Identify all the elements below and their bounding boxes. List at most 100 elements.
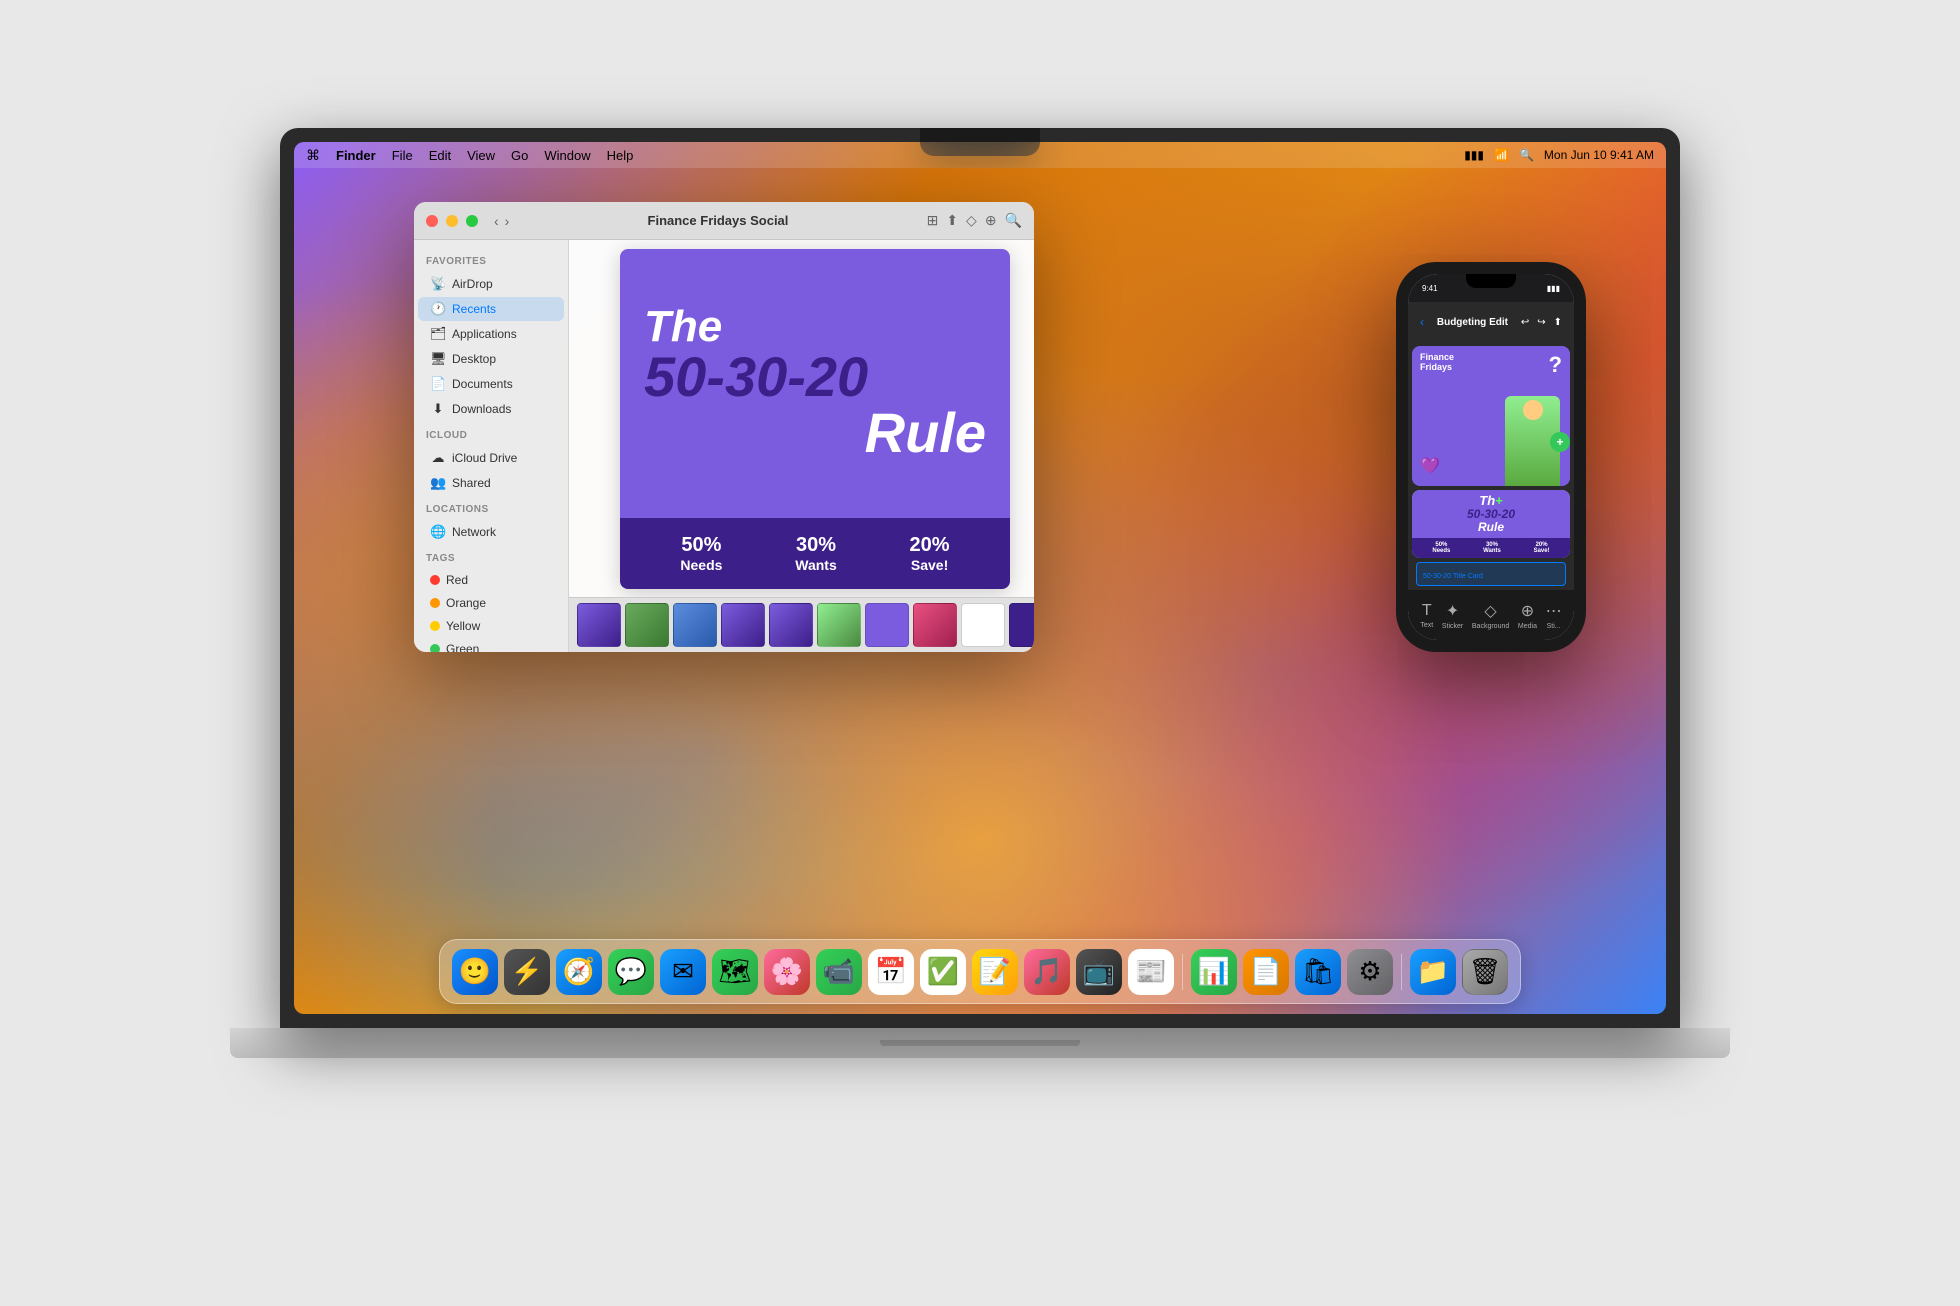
forward-arrow[interactable]: › (505, 213, 510, 229)
dock-safari[interactable]: 🧭 (556, 949, 602, 995)
dock-news[interactable]: 📰 (1128, 949, 1174, 995)
sidebar-item-airdrop[interactable]: 📡 AirDrop (418, 272, 564, 296)
tag-icon[interactable]: ◇ (966, 212, 977, 229)
sidebar-section-locations: Locations (414, 496, 568, 519)
thumb-6[interactable] (817, 603, 861, 647)
dock: 🙂 ⚡ 🧭 💬 ✉ 🗺 🌸 📹 📅 ✅ 📝 🎵 📺 📰 📊 (439, 939, 1521, 1004)
dock-files[interactable]: 📁 (1410, 949, 1456, 995)
sidebar-item-network[interactable]: 🌐 Network (418, 520, 564, 544)
dock-calendar[interactable]: 📅 (868, 949, 914, 995)
iphone-stat-wants: 30%Wants (1483, 542, 1501, 554)
iphone-5030-card[interactable]: Th+ 50-30-20 Rule 50%Needs 30%Wants 20%S… (1412, 490, 1570, 558)
sidebar-tag-yellow[interactable]: Yellow (418, 615, 564, 637)
iphone-tool-sti[interactable]: ⋯ Sti... (1546, 601, 1562, 630)
dock-settings[interactable]: ⚙ (1347, 949, 1393, 995)
iphone-tool-text[interactable]: T Text (1420, 602, 1433, 629)
finder-search-icon[interactable]: 🔍 (1005, 212, 1022, 229)
iphone-undo-icon[interactable]: ↩ (1521, 317, 1529, 328)
menu-file[interactable]: File (392, 148, 413, 163)
design-text-rule: Rule (865, 405, 986, 461)
dock-music[interactable]: 🎵 (1024, 949, 1070, 995)
thumb-1[interactable] (577, 603, 621, 647)
menu-view[interactable]: View (467, 148, 495, 163)
dock-launchpad[interactable]: ⚡ (504, 949, 550, 995)
icloud-icon: ☁ (430, 450, 446, 466)
iphone-finance-header: Finance Fridays ? (1412, 346, 1570, 384)
iphone-tool-sticker[interactable]: ✦ Sticker (1442, 601, 1463, 630)
dock-divider-2 (1401, 954, 1402, 990)
dock-messages[interactable]: 💬 (608, 949, 654, 995)
thumb-10[interactable] (1009, 603, 1034, 647)
dock-appstore[interactable]: 🛍 (1295, 949, 1341, 995)
iphone-tool-media[interactable]: ⊕ Media (1518, 601, 1537, 630)
sidebar-item-recents[interactable]: 🕐 Recents (418, 297, 564, 321)
iphone-time: 9:41 (1422, 284, 1438, 293)
search-menubar-icon[interactable]: 🔍 (1519, 148, 1534, 162)
documents-icon: 📄 (430, 376, 446, 392)
dock-finder[interactable]: 🙂 (452, 949, 498, 995)
dock-facetime[interactable]: 📹 (816, 949, 862, 995)
menu-window[interactable]: Window (544, 148, 590, 163)
dock-notes[interactable]: 📝 (972, 949, 1018, 995)
dock-maps[interactable]: 🗺 (712, 949, 758, 995)
thumb-3[interactable] (673, 603, 717, 647)
dock-pages[interactable]: 📄 (1243, 949, 1289, 995)
thumb-4[interactable] (721, 603, 765, 647)
back-arrow[interactable]: ‹ (494, 213, 499, 229)
sidebar-label-applications: Applications (452, 327, 517, 341)
minimize-button[interactable] (446, 215, 458, 227)
sidebar-tag-green[interactable]: Green (418, 638, 564, 652)
iphone-add-button[interactable]: + (1550, 432, 1570, 452)
dock-tv[interactable]: 📺 (1076, 949, 1122, 995)
apple-menu[interactable]: ⌘ (306, 147, 320, 164)
sidebar-item-downloads[interactable]: ⬇ Downloads (418, 397, 564, 421)
maximize-button[interactable] (466, 215, 478, 227)
thumb-8[interactable] (913, 603, 957, 647)
sidebar-tag-red[interactable]: Red (418, 569, 564, 591)
design-card[interactable]: The 50-30-20 Rule 50% Needs (620, 249, 1010, 589)
tag-yellow-label: Yellow (446, 619, 480, 633)
dock-mail[interactable]: ✉ (660, 949, 706, 995)
sidebar-item-documents[interactable]: 📄 Documents (418, 372, 564, 396)
iphone-app-content: Finance Fridays ? 💜 (1408, 342, 1574, 590)
sticker-tool-icon: ✦ (1446, 601, 1459, 621)
iphone-status-icons: ▮▮▮ (1547, 284, 1560, 293)
iphone-question-mark: ? (1549, 352, 1562, 378)
iphone-tool-background[interactable]: ◇ Background (1472, 601, 1509, 630)
sidebar-item-icloud-drive[interactable]: ☁ iCloud Drive (418, 446, 564, 470)
tag-orange-label: Orange (446, 596, 486, 610)
close-button[interactable] (426, 215, 438, 227)
thumb-5[interactable] (769, 603, 813, 647)
background-tool-label: Background (1472, 623, 1509, 630)
sidebar-label-downloads: Downloads (452, 402, 511, 416)
share-icon[interactable]: ⬆ (946, 212, 958, 229)
thumb-7[interactable] (865, 603, 909, 647)
app-name[interactable]: Finder (336, 148, 376, 163)
more-icon[interactable]: ⊕ (985, 212, 997, 229)
menu-go[interactable]: Go (511, 148, 528, 163)
sti-tool-icon: ⋯ (1546, 601, 1562, 621)
iphone-back-icon[interactable]: ‹ (1420, 315, 1424, 329)
menu-help[interactable]: Help (607, 148, 634, 163)
sidebar-label-shared: Shared (452, 476, 491, 490)
thumb-2[interactable] (625, 603, 669, 647)
dock-trash[interactable]: 🗑 (1462, 949, 1508, 995)
menu-edit[interactable]: Edit (429, 148, 451, 163)
sidebar-label-recents: Recents (452, 302, 496, 316)
dock-numbers[interactable]: 📊 (1191, 949, 1237, 995)
iphone-statusbar: 9:41 ▮▮▮ (1408, 274, 1574, 302)
iphone-fridays-text: Fridays (1420, 362, 1454, 372)
thumb-9[interactable] (961, 603, 1005, 647)
finder-body: Favorites 📡 AirDrop 🕐 Recents 🗂 (414, 240, 1034, 652)
sidebar-item-desktop[interactable]: 🖥 Desktop (418, 347, 564, 371)
dock-reminders[interactable]: ✅ (920, 949, 966, 995)
view-toggle-icon[interactable]: ⊞ (927, 212, 939, 229)
iphone-redo-icon[interactable]: ↪ (1537, 317, 1545, 328)
sidebar-item-applications[interactable]: 🗂 Applications (418, 322, 564, 346)
dock-photos[interactable]: 🌸 (764, 949, 810, 995)
sidebar-item-shared[interactable]: 👥 Shared (418, 471, 564, 495)
sidebar-tag-orange[interactable]: Orange (418, 592, 564, 614)
iphone-finance-card[interactable]: Finance Fridays ? 💜 (1412, 346, 1570, 486)
iphone-share-icon[interactable]: ⬆ (1554, 317, 1562, 328)
desktop-background: ⌘ Finder File Edit View Go Window Help ▮… (294, 142, 1666, 1014)
